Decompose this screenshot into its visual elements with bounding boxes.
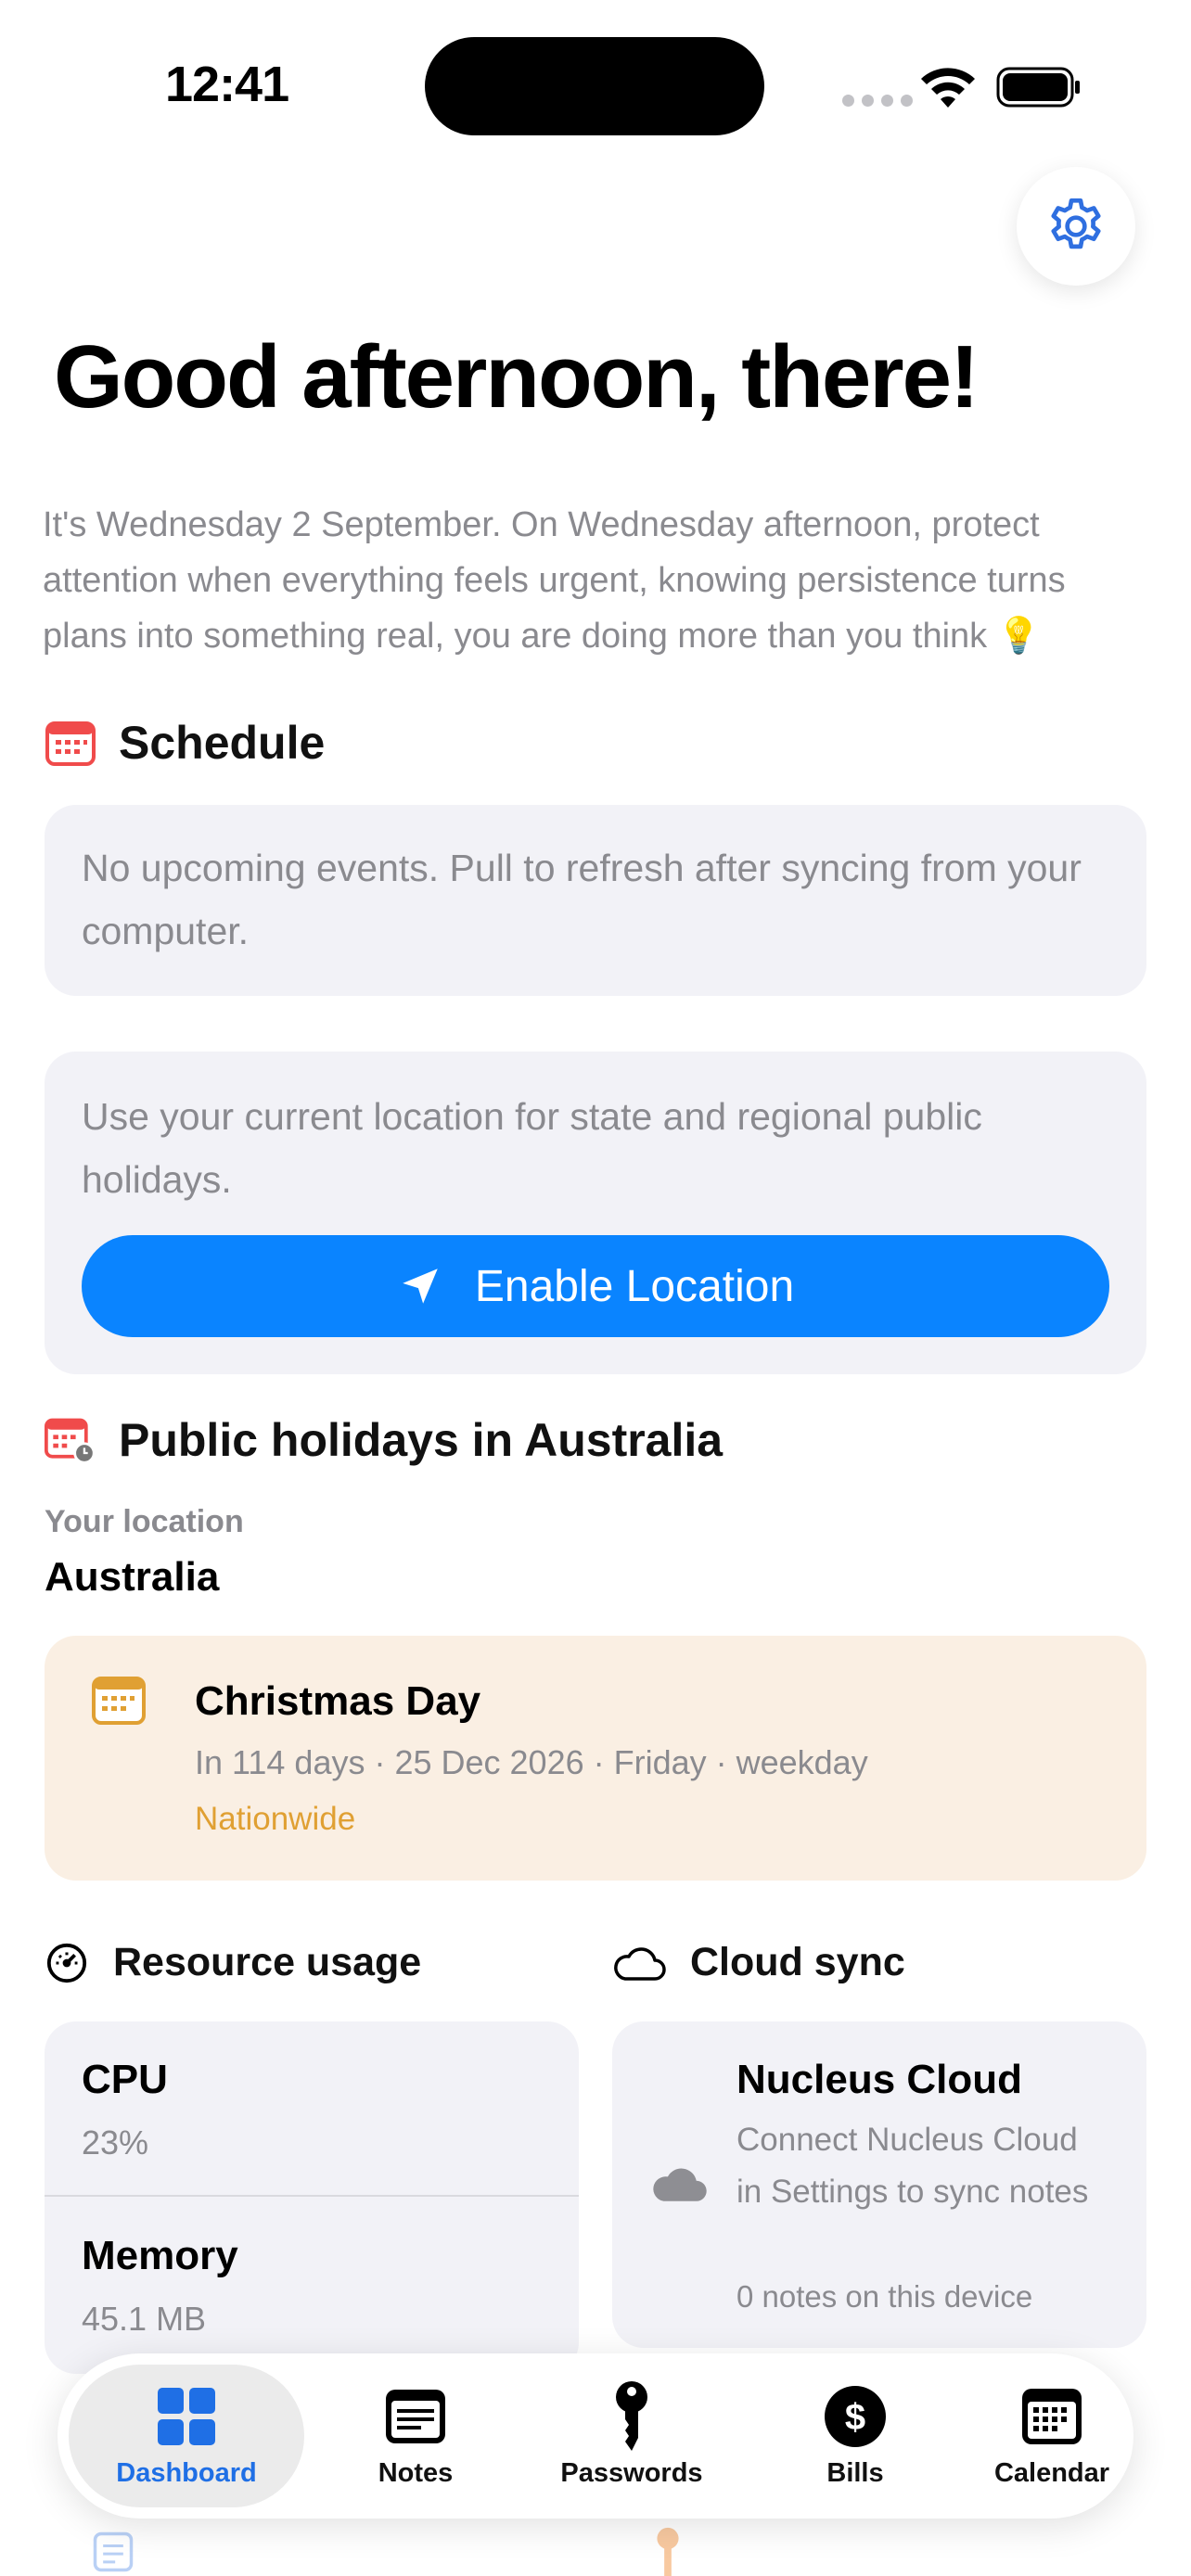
- tab-notes-label: Notes: [378, 2457, 454, 2488]
- your-location-label: Your location: [45, 1504, 244, 1539]
- dynamic-island: [425, 37, 764, 135]
- holidays-title: Public holidays in Australia: [119, 1414, 724, 1466]
- schedule-empty-text: No upcoming events. Pull to refresh afte…: [82, 847, 1082, 952]
- memory-label: Memory: [82, 2233, 238, 2278]
- tab-dashboard-label: Dashboard: [116, 2457, 257, 2488]
- schedule-header: Schedule: [45, 716, 325, 770]
- location-arrow-icon: [403, 1269, 438, 1304]
- faint-key-icon: [657, 2527, 679, 2576]
- battery-icon: [996, 67, 1080, 108]
- holiday-name: Christmas Day: [195, 1678, 481, 1724]
- cellular-signal-icon: [842, 95, 913, 107]
- your-location-value: Australia: [45, 1554, 220, 1600]
- intro-text: It's Wednesday 2 September. On Wednesday…: [43, 505, 1066, 656]
- holiday-event-icon: [92, 1677, 146, 1725]
- enable-location-button[interactable]: Enable Location: [82, 1235, 1109, 1337]
- status-time: 12:41: [165, 57, 289, 112]
- tab-calendar-label: Calendar: [993, 2457, 1110, 2488]
- calendar-icon: [45, 717, 96, 769]
- resource-usage-header: Resource usage: [45, 1940, 421, 1985]
- schedule-title: Schedule: [119, 717, 326, 769]
- cpu-label: CPU: [82, 2057, 168, 2102]
- tab-bills-label: Bills: [826, 2457, 884, 2488]
- cloud-sync-title: Cloud sync: [690, 1940, 905, 1984]
- tab-bar: Dashboard Notes Passwords $ Bills Calend…: [58, 2353, 1133, 2519]
- holidays-header: Public holidays in Australia: [45, 1413, 723, 1467]
- tab-calendar[interactable]: Calendar: [959, 2353, 1145, 2519]
- tab-notes[interactable]: Notes: [332, 2353, 499, 2519]
- svg-text:$: $: [845, 2397, 865, 2438]
- cloud-sync-header: Cloud sync: [612, 1940, 905, 1985]
- resource-divider: [45, 2195, 579, 2197]
- cloud-service-name: Nucleus Cloud: [736, 2057, 1023, 2102]
- location-prompt: Use your current location for state and …: [82, 1095, 982, 1201]
- cloud-icon: [653, 2168, 707, 2201]
- cloud-description: Connect Nucleus Cloud in Settings to syn…: [736, 2122, 1089, 2210]
- wifi-icon: [921, 68, 975, 108]
- settings-button[interactable]: [1017, 167, 1135, 286]
- calendar-icon: [1019, 2384, 1084, 2449]
- gear-icon: [1051, 198, 1101, 249]
- tab-bills[interactable]: $ Bills: [772, 2353, 939, 2519]
- speedometer-icon: [45, 1941, 89, 1985]
- cloud-note-count: 0 notes on this device: [736, 2279, 1033, 2314]
- notes-icon: [383, 2384, 448, 2449]
- page-title: Good afternoon, there!: [54, 327, 980, 427]
- holiday-calendar-icon: [45, 1414, 96, 1466]
- holiday-region: Nationwide: [195, 1801, 356, 1837]
- holiday-meta: In 114 days · 25 Dec 2026 · Friday · wee…: [195, 1743, 868, 1781]
- faint-notes-icon: [93, 2531, 134, 2572]
- tab-dashboard[interactable]: Dashboard: [69, 2353, 304, 2519]
- cloud-outline-icon: [612, 1941, 666, 1985]
- resource-usage-title: Resource usage: [113, 1940, 422, 1984]
- memory-value: 45.1 MB: [82, 2300, 207, 2338]
- dollar-icon: $: [823, 2384, 888, 2449]
- dashboard-grid-icon: [154, 2384, 219, 2449]
- schedule-empty-card[interactable]: No upcoming events. Pull to refresh afte…: [45, 805, 1146, 996]
- enable-location-label: Enable Location: [474, 1261, 795, 1311]
- tab-passwords[interactable]: Passwords: [525, 2353, 738, 2519]
- key-icon: [599, 2380, 664, 2451]
- cpu-value: 23%: [82, 2123, 149, 2162]
- tab-passwords-label: Passwords: [560, 2457, 703, 2488]
